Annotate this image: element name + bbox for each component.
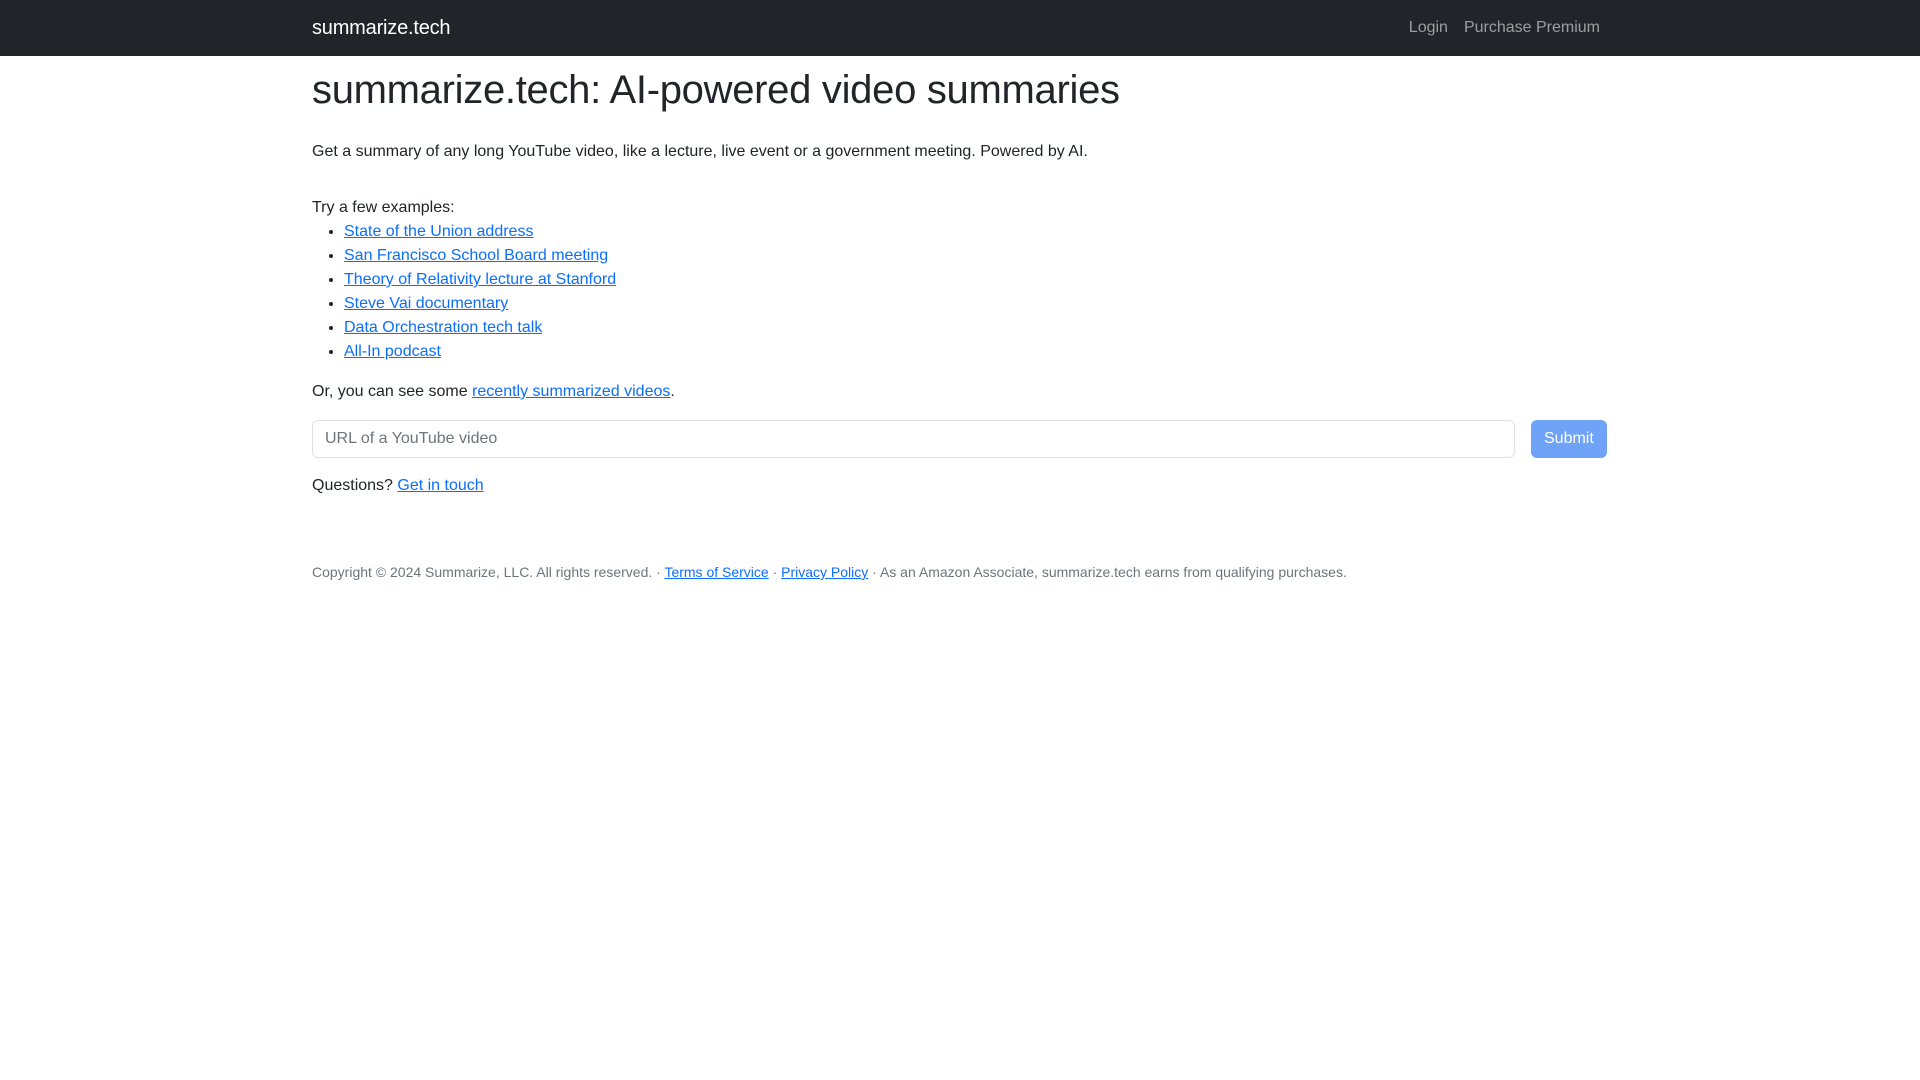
examples-list: State of the Union address San Francisco… [312, 220, 1608, 364]
lead-text: Get a summary of any long YouTube video,… [312, 143, 1088, 160]
footer-separator: · [768, 564, 782, 580]
get-in-touch-link[interactable]: Get in touch [397, 477, 483, 494]
terms-of-service-link[interactable]: Terms of Service [664, 564, 768, 580]
recent-videos-link[interactable]: recently summarized videos [472, 383, 670, 400]
example-link-sf-school-board[interactable]: San Francisco School Board meeting [344, 247, 608, 264]
login-link[interactable]: Login [1409, 19, 1448, 37]
list-item: All-In podcast [344, 340, 1608, 364]
questions-text: Questions? Get in touch [312, 474, 1608, 498]
footer: Copyright © 2024 Summarize, LLC. All rig… [312, 562, 1608, 583]
example-link-data-orchestration[interactable]: Data Orchestration tech talk [344, 319, 542, 336]
brand-link[interactable]: summarize.tech [312, 17, 451, 40]
copyright-text: Copyright © 2024 Summarize, LLC. All rig… [312, 564, 665, 580]
nav-links: Login Purchase Premium [1409, 19, 1600, 37]
list-item: San Francisco School Board meeting [344, 244, 1608, 268]
purchase-premium-link[interactable]: Purchase Premium [1464, 19, 1600, 37]
example-link-state-of-the-union[interactable]: State of the Union address [344, 223, 533, 240]
examples-label: Try a few examples: [312, 199, 455, 216]
youtube-url-input[interactable] [312, 420, 1515, 458]
questions-prefix: Questions? [312, 477, 398, 494]
list-item: Data Orchestration tech talk [344, 316, 1608, 340]
recent-suffix: . [670, 383, 675, 400]
navbar: summarize.tech Login Purchase Premium [0, 0, 1920, 56]
list-item: State of the Union address [344, 220, 1608, 244]
submit-button[interactable]: Submit [1531, 420, 1607, 458]
page-title: summarize.tech: AI-powered video summari… [312, 68, 1120, 112]
privacy-policy-link[interactable]: Privacy Policy [781, 564, 868, 580]
summarize-form: Submit [312, 420, 1608, 458]
example-link-all-in-podcast[interactable]: All-In podcast [344, 343, 441, 360]
amazon-associate-text: · As an Amazon Associate, summarize.tech… [868, 564, 1347, 580]
recent-videos-text: Or, you can see some recently summarized… [312, 380, 1608, 404]
list-item: Theory of Relativity lecture at Stanford [344, 268, 1608, 292]
list-item: Steve Vai documentary [344, 292, 1608, 316]
recent-prefix: Or, you can see some [312, 383, 473, 400]
example-link-steve-vai[interactable]: Steve Vai documentary [344, 295, 508, 312]
navbar-inner: summarize.tech Login Purchase Premium [312, 17, 1608, 40]
example-link-relativity-lecture[interactable]: Theory of Relativity lecture at Stanford [344, 271, 616, 288]
main-content: summarize.tech: AI-powered video summari… [312, 66, 1608, 583]
